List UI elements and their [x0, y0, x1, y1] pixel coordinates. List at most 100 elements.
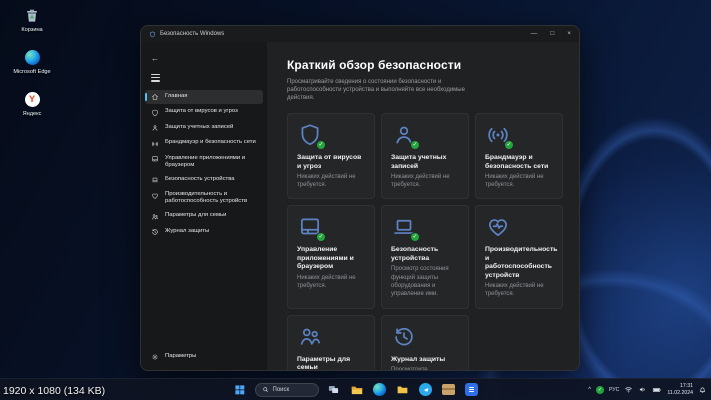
sidebar-item-label: Параметры	[165, 352, 197, 359]
page-title: Краткий обзор безопасности	[287, 58, 462, 72]
card-status: Просмотрите последние действия и рекомен…	[391, 366, 459, 370]
gear-icon	[151, 353, 159, 361]
card-device-performance[interactable]: Производительность и работоспособность у…	[475, 205, 563, 309]
edge-icon	[24, 49, 41, 66]
sidebar-item-label: Безопасность устройства	[165, 175, 235, 182]
check-badge-icon: ✓	[316, 232, 326, 243]
card-status: Никаких действий не требуется.	[485, 174, 544, 189]
taskbar-search[interactable]: Поиск	[254, 382, 319, 397]
sidebar-item-account-protection[interactable]: Защита учетных записей	[145, 121, 263, 136]
chevron-up-icon[interactable]: ^	[588, 387, 591, 393]
card-title: Журнал защиты	[391, 355, 446, 363]
battery-icon[interactable]	[652, 385, 662, 395]
card-status: Просмотр состояния функций защиты оборуд…	[391, 266, 449, 297]
desktop-icon-label: Яндекс	[22, 110, 42, 117]
language-indicator[interactable]: РУС	[609, 387, 619, 393]
card-app-browser-control[interactable]: ✓ Управление приложениями и браузером Ни…	[287, 205, 375, 309]
window-title: Безопасность Windows	[160, 31, 225, 37]
sidebar-item-label: Журнал защиты	[165, 227, 210, 234]
search-icon	[262, 387, 268, 392]
sidebar-item-family-options[interactable]: Параметры для семьи	[145, 209, 263, 224]
apps-icon: ✓	[297, 214, 326, 243]
sidebar: ← Главная Защита от вирусов и угроз Защи…	[141, 42, 267, 370]
family-icon	[151, 213, 159, 221]
notification-bell-icon[interactable]	[698, 385, 707, 394]
wifi-icon[interactable]	[624, 385, 633, 394]
laptop-icon: ✓	[391, 214, 420, 243]
shield-icon: ✓	[297, 122, 326, 151]
sidebar-item-label: Параметры для семьи	[165, 212, 227, 219]
start-button[interactable]	[232, 382, 248, 398]
window-titlebar[interactable]: Безопасность Windows — □ ×	[141, 26, 579, 42]
desktop-icon-list: Корзина Microsoft Edge Y Яндекс	[6, 7, 58, 118]
sidebar-item-app-browser-control[interactable]: Управление приложениями и браузером	[145, 152, 263, 172]
card-title: Безопасность устройства	[391, 246, 439, 262]
sidebar-item-label: Главная	[165, 92, 188, 99]
check-badge-icon: ✓	[316, 140, 326, 151]
maximize-button[interactable]: □	[550, 30, 554, 38]
person-icon: ✓	[391, 122, 420, 151]
resolution-overlay-text: 1920 x 1080 (134 KB)	[3, 385, 106, 397]
sidebar-item-virus-threat-protection[interactable]: Защита от вирусов и угроз	[145, 105, 263, 120]
desktop-icon-recycle-bin[interactable]: Корзина	[6, 7, 58, 34]
close-button[interactable]: ×	[567, 30, 571, 38]
sidebar-item-firewall-network[interactable]: Брандмауэр и безопасность сети	[145, 136, 263, 151]
folder-icon[interactable]	[395, 382, 411, 398]
app-shield-icon	[150, 31, 155, 37]
back-button[interactable]: ←	[141, 52, 159, 65]
archive-box-icon[interactable]	[441, 382, 457, 398]
home-icon	[151, 93, 159, 101]
card-status: Никаких действий не требуется.	[297, 174, 356, 189]
card-firewall-network[interactable]: ✓ Брандмауэр и безопасность сети Никаких…	[475, 113, 563, 200]
volume-icon[interactable]	[638, 385, 647, 394]
card-protection-history[interactable]: Журнал защиты Просмотрите последние дейс…	[381, 314, 469, 370]
card-title: Производительность и работоспособность у…	[485, 246, 558, 279]
person-icon	[151, 124, 159, 132]
sidebar-item-label: Производительность и работоспособность у…	[165, 191, 248, 205]
menu-icon[interactable]	[151, 74, 160, 82]
card-account-protection[interactable]: ✓ Защита учетных записей Никаких действи…	[381, 113, 469, 200]
family-icon	[297, 324, 323, 350]
network-icon	[151, 140, 159, 148]
health-icon	[151, 192, 159, 200]
search-placeholder: Поиск	[272, 386, 290, 393]
card-title: Защита учетных записей	[391, 154, 447, 170]
history-icon	[391, 324, 417, 350]
card-virus-threat-protection[interactable]: ✓ Защита от вирусов и угроз Никаких дейс…	[287, 113, 375, 200]
desktop-icon-edge[interactable]: Microsoft Edge	[6, 49, 58, 76]
antivirus-tray-icon[interactable]: ✓	[596, 385, 605, 394]
yandex-icon: Y	[24, 91, 41, 108]
tray-time: 17:31	[680, 383, 693, 389]
sidebar-item-home[interactable]: Главная	[145, 89, 263, 105]
windows-security-window: Безопасность Windows — □ × ← Главная Защ…	[140, 25, 580, 371]
taskbar: Поиск ^ ✓ РУС 17:31 11.02.2024	[0, 378, 711, 400]
system-tray: ^ ✓ РУС 17:31 11.02.2024	[588, 379, 707, 400]
card-status: Никаких действий не требуется.	[391, 174, 450, 189]
task-view-icon[interactable]	[326, 382, 342, 398]
tray-date: 11.02.2024	[667, 389, 693, 396]
apps-icon	[151, 155, 159, 163]
card-device-security[interactable]: ✓ Безопасность устройства Просмотр состо…	[381, 205, 469, 309]
minimize-button[interactable]: —	[531, 30, 538, 38]
card-title: Параметры для семьи	[297, 355, 351, 370]
sidebar-item-device-performance[interactable]: Производительность и работоспособность у…	[145, 188, 263, 208]
main-content: Краткий обзор безопасности Просматривайт…	[267, 42, 579, 370]
file-explorer-icon[interactable]	[349, 382, 365, 398]
tray-clock[interactable]: 17:31 11.02.2024	[667, 383, 693, 396]
card-title: Брандмауэр и безопасность сети	[485, 154, 549, 170]
sidebar-item-settings[interactable]: Параметры	[145, 350, 263, 365]
shield-icon	[151, 109, 159, 117]
messenger-icon[interactable]	[418, 382, 434, 398]
edge-icon[interactable]	[372, 382, 388, 398]
laptop-icon	[151, 176, 159, 184]
card-title: Защита от вирусов и угроз	[297, 154, 362, 170]
desktop-icon-label: Корзина	[21, 27, 43, 33]
recycle-bin-icon	[24, 7, 41, 24]
card-family-options[interactable]: Параметры для семьи Отслеживайте, как ва…	[287, 314, 375, 370]
speaker-app-icon[interactable]	[464, 382, 480, 398]
desktop-icon-yandex[interactable]: Y Яндекс	[6, 91, 58, 118]
sidebar-item-label: Управление приложениями и браузером	[165, 154, 246, 168]
sidebar-item-protection-history[interactable]: Журнал защиты	[145, 225, 263, 240]
sidebar-item-device-security[interactable]: Безопасность устройства	[145, 173, 263, 188]
check-badge-icon: ✓	[504, 140, 514, 151]
